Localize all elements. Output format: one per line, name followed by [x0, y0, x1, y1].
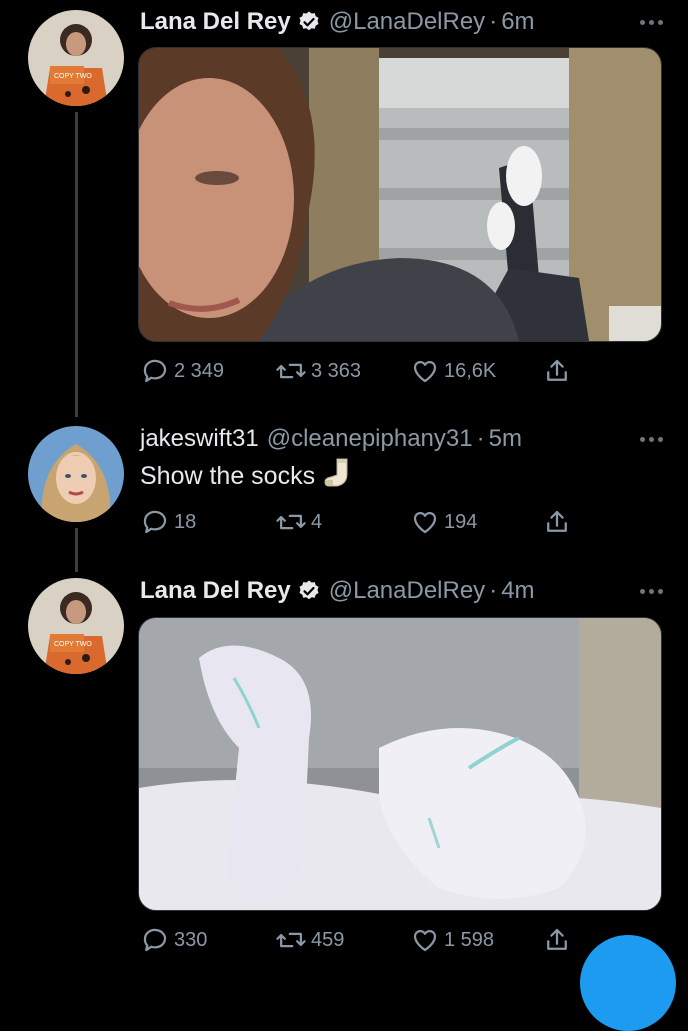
avatar[interactable]: COPY TWO	[28, 578, 124, 674]
tweet[interactable]: COPY TWO Lana Del Rey @LanaDelRey · 6m 2…	[0, 0, 688, 400]
tweet-text-content: Show the socks	[140, 461, 316, 490]
like-button[interactable]: 194	[410, 506, 477, 538]
reply-icon	[143, 510, 167, 534]
retweet-count: 4	[311, 510, 323, 533]
reply-button[interactable]: 2 349	[140, 355, 224, 387]
sock-emoji-icon	[323, 456, 357, 497]
share-icon	[547, 510, 567, 532]
reply-icon	[143, 359, 167, 383]
like-count: 16,6K	[444, 359, 497, 382]
reply-button[interactable]: 18	[140, 506, 196, 538]
user-handle[interactable]: @LanaDelRey	[329, 8, 485, 36]
tweet-actions: 2 349 3 363 16,6K	[140, 355, 590, 387]
share-button[interactable]	[542, 355, 576, 387]
retweet-button[interactable]: 4	[275, 506, 322, 538]
heart-icon	[413, 360, 437, 383]
compose-tweet-button[interactable]	[580, 935, 676, 1031]
avatar-album-text: COPY TWO	[54, 73, 92, 80]
more-options-icon[interactable]	[634, 7, 668, 37]
like-button[interactable]: 16,6K	[410, 355, 496, 387]
separator-dot: ·	[476, 425, 485, 452]
reply-button[interactable]: 330	[140, 924, 207, 956]
tweet[interactable]: jakeswift31 @cleanepiphany31 · 5m Show t…	[0, 418, 688, 558]
reply-count: 330	[174, 928, 208, 951]
tweet-text: Show the socks	[140, 458, 357, 494]
user-handle[interactable]: @LanaDelRey	[329, 577, 485, 605]
display-name[interactable]: jakeswift31	[140, 425, 259, 453]
tweet-media[interactable]	[138, 617, 662, 911]
retweet-icon	[276, 932, 306, 948]
more-options-icon[interactable]	[634, 576, 668, 606]
heart-icon	[413, 511, 437, 534]
share-icon	[547, 928, 567, 950]
like-button[interactable]: 1 598	[410, 924, 494, 956]
retweet-count: 459	[311, 928, 345, 951]
like-count: 194	[444, 510, 478, 533]
tweet-actions: 18 4 194	[140, 506, 590, 538]
retweet-button[interactable]: 3 363	[275, 355, 361, 387]
share-icon	[547, 359, 567, 381]
more-options-icon[interactable]	[634, 424, 668, 454]
verified-badge-icon	[297, 10, 321, 34]
avatar[interactable]: COPY TWO	[28, 10, 124, 106]
share-button[interactable]	[542, 506, 576, 538]
share-button[interactable]	[542, 924, 576, 956]
retweet-icon	[276, 363, 306, 379]
display-name[interactable]: Lana Del Rey	[140, 577, 291, 605]
reply-count: 2 349	[174, 359, 225, 382]
like-count: 1 598	[444, 928, 495, 951]
verified-badge-icon	[297, 579, 321, 603]
reply-count: 18	[174, 510, 197, 533]
retweet-button[interactable]: 459	[275, 924, 344, 956]
avatar-album-text: COPY TWO	[54, 641, 92, 648]
tweet[interactable]: COPY TWO Lana Del Rey @LanaDelRey · 4m 3…	[0, 572, 688, 960]
tweet-actions: 330 459 1 598	[140, 924, 590, 956]
separator-dot: ·	[489, 8, 498, 35]
tweet-header: Lana Del Rey @LanaDelRey · 6m	[140, 7, 668, 37]
retweet-count: 3 363	[311, 359, 362, 382]
timestamp[interactable]: 6m	[501, 8, 534, 36]
separator-dot: ·	[489, 577, 498, 604]
reply-icon	[143, 928, 167, 952]
heart-icon	[413, 929, 437, 952]
timestamp[interactable]: 4m	[501, 577, 534, 605]
display-name[interactable]: Lana Del Rey	[140, 8, 291, 36]
tweet-header: Lana Del Rey @LanaDelRey · 4m	[140, 576, 668, 606]
avatar[interactable]	[28, 426, 124, 522]
user-handle[interactable]: @cleanepiphany31	[267, 425, 473, 453]
tweet-header: jakeswift31 @cleanepiphany31 · 5m	[140, 424, 668, 454]
retweet-icon	[276, 514, 306, 530]
timestamp[interactable]: 5m	[489, 425, 522, 453]
tweet-media[interactable]	[138, 47, 662, 342]
